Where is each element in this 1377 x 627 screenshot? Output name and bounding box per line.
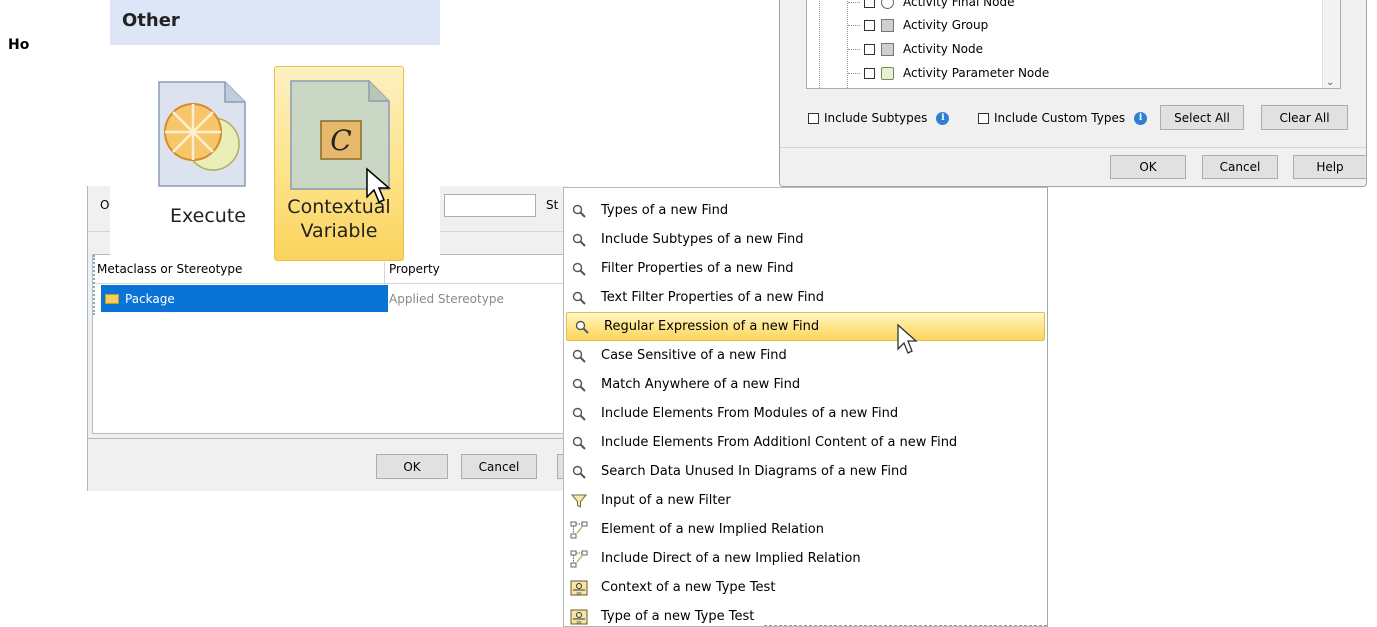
find-icon [569, 230, 589, 250]
checkbox[interactable] [864, 19, 875, 31]
menu-item-label: Search Data Unused In Diagrams of a new … [601, 464, 908, 479]
include-subtypes-label: Include Subtypes [824, 111, 928, 125]
vertical-scrollbar[interactable]: ⌄ [1322, 0, 1340, 88]
mouse-cursor-icon [366, 167, 391, 203]
activity-group-icon [881, 18, 894, 32]
filter-icon [569, 491, 589, 511]
menu-item[interactable]: Match Anywhere of a new Find [564, 370, 1047, 399]
clipped-heading: Ho [8, 37, 30, 53]
find-icon [569, 259, 589, 279]
element-types-dialog: Activity Final Node Activity Group Activ… [779, 0, 1367, 187]
cancel-button[interactable]: Cancel [1202, 155, 1278, 179]
menu-item[interactable]: Include Elements From Additionl Content … [564, 428, 1047, 457]
context-menu: Types of a new Find Include Subtypes of a… [563, 187, 1048, 627]
tree-item-activity-parameter-node[interactable]: Activity Parameter Node [807, 62, 1049, 84]
include-custom-types-label: Include Custom Types [994, 111, 1126, 125]
clear-all-button[interactable]: Clear All [1261, 105, 1348, 130]
find-icon [569, 462, 589, 482]
execute-label: Execute [170, 205, 246, 227]
type-test-icon: oo [569, 578, 589, 598]
package-folder-icon [105, 293, 119, 304]
select-all-button[interactable]: Select All [1160, 105, 1244, 130]
tree-item-label: Activity Group [903, 18, 989, 32]
menu-item-label: Text Filter Properties of a new Find [601, 290, 824, 305]
execute-button[interactable]: Execute [143, 66, 273, 261]
ribbon-group-header: Other [110, 0, 440, 45]
ribbon-panel: Other Execute C Contextual Variable [110, 0, 440, 262]
contextual-variable-button[interactable]: C Contextual Variable [274, 66, 404, 261]
text-input[interactable] [444, 194, 536, 217]
type-test-icon: oo [569, 607, 589, 627]
clipped-label: St [546, 198, 559, 212]
tree-item-label: Activity Parameter Node [903, 66, 1050, 80]
cancel-button[interactable]: Cancel [461, 454, 537, 479]
menu-item[interactable]: Include Direct of a new Implied Relation [564, 544, 1047, 573]
menu-item-label: Include Elements From Modules of a new F… [601, 406, 899, 421]
info-icon[interactable]: i [1134, 111, 1148, 125]
tree-item-label: Activity Node [903, 42, 984, 56]
svg-text:C: C [330, 124, 351, 157]
info-icon[interactable]: i [936, 111, 950, 125]
table-cell-property: Applied Stereotype [389, 292, 504, 306]
ok-button[interactable]: OK [1110, 155, 1186, 179]
menu-item[interactable]: Input of a new Filter [564, 486, 1047, 515]
activity-node-icon [881, 42, 894, 56]
find-icon [572, 317, 592, 337]
checkbox[interactable] [864, 67, 875, 79]
tree-item-activity-group[interactable]: Activity Group [807, 14, 988, 36]
implied-relation-icon [569, 549, 589, 569]
menu-item-label: Include Direct of a new Implied Relation [601, 551, 861, 566]
menu-item-label: Include Subtypes of a new Find [601, 232, 804, 247]
metaclass-property-table[interactable]: Metaclass or Stereotype Property Package… [92, 254, 568, 434]
mouse-cursor-icon [897, 323, 918, 354]
scroll-down-icon[interactable]: ⌄ [1326, 77, 1334, 88]
tree-item-label: Activity Final Node [903, 0, 1015, 9]
menu-item-label: Context of a new Type Test [601, 580, 776, 595]
menu-item[interactable]: Case Sensitive of a new Find [564, 341, 1047, 370]
menu-item-label: Case Sensitive of a new Find [601, 348, 787, 363]
menu-item[interactable]: oo Type of a new Type Test [564, 602, 1047, 627]
execute-icon [158, 81, 246, 187]
checkbox[interactable] [864, 0, 875, 8]
ok-button[interactable]: OK [376, 454, 448, 479]
menu-item[interactable]: Include Subtypes of a new Find [564, 225, 1047, 254]
svg-text:oo: oo [577, 590, 582, 595]
menu-item[interactable]: Search Data Unused In Diagrams of a new … [564, 457, 1047, 486]
find-icon [569, 288, 589, 308]
find-icon [569, 375, 589, 395]
menu-item-label: Match Anywhere of a new Find [601, 377, 801, 392]
find-icon [569, 433, 589, 453]
element-types-tree[interactable]: Activity Final Node Activity Group Activ… [806, 0, 1341, 89]
menu-item[interactable]: Include Elements From Modules of a new F… [564, 399, 1047, 428]
tree-item-activity-node[interactable]: Activity Node [807, 38, 983, 60]
include-custom-types-checkbox[interactable]: Include Custom Types i [978, 111, 1148, 125]
menu-item-label: Regular Expression of a new Find [604, 319, 820, 334]
menu-item[interactable]: Text Filter Properties of a new Find [564, 283, 1047, 312]
contextual-variable-label-line2: Variable [300, 220, 378, 242]
tree-item-activity-final-node[interactable]: Activity Final Node [807, 0, 1014, 13]
activity-parameter-node-icon [881, 66, 894, 80]
menu-item[interactable]: Filter Properties of a new Find [564, 254, 1047, 283]
menu-item-label: Filter Properties of a new Find [601, 261, 794, 276]
table-row[interactable]: Package [101, 285, 388, 312]
menu-item[interactable]: Regular Expression of a new Find [566, 312, 1045, 341]
ribbon-group-title: Other [122, 10, 180, 31]
help-button[interactable]: Help [1293, 155, 1367, 179]
checkbox[interactable] [864, 43, 875, 55]
find-icon [569, 404, 589, 424]
menu-item[interactable]: Types of a new Find [564, 196, 1047, 225]
menu-item-label: Element of a new Implied Relation [601, 522, 824, 537]
menu-item[interactable]: Element of a new Implied Relation [564, 515, 1047, 544]
menu-item-label: Input of a new Filter [601, 493, 731, 508]
table-cell-metaclass: Package [125, 291, 175, 306]
menu-item[interactable]: oo Context of a new Type Test [564, 573, 1047, 602]
find-icon [569, 346, 589, 366]
implied-relation-icon [569, 520, 589, 540]
find-icon [569, 201, 589, 221]
menu-item-label: Include Elements From Additionl Content … [601, 435, 958, 450]
clipped-label: O [100, 198, 110, 212]
menu-item-label: Types of a new Find [601, 203, 729, 218]
include-subtypes-checkbox[interactable]: Include Subtypes i [808, 111, 950, 125]
activity-final-node-icon [881, 0, 894, 9]
